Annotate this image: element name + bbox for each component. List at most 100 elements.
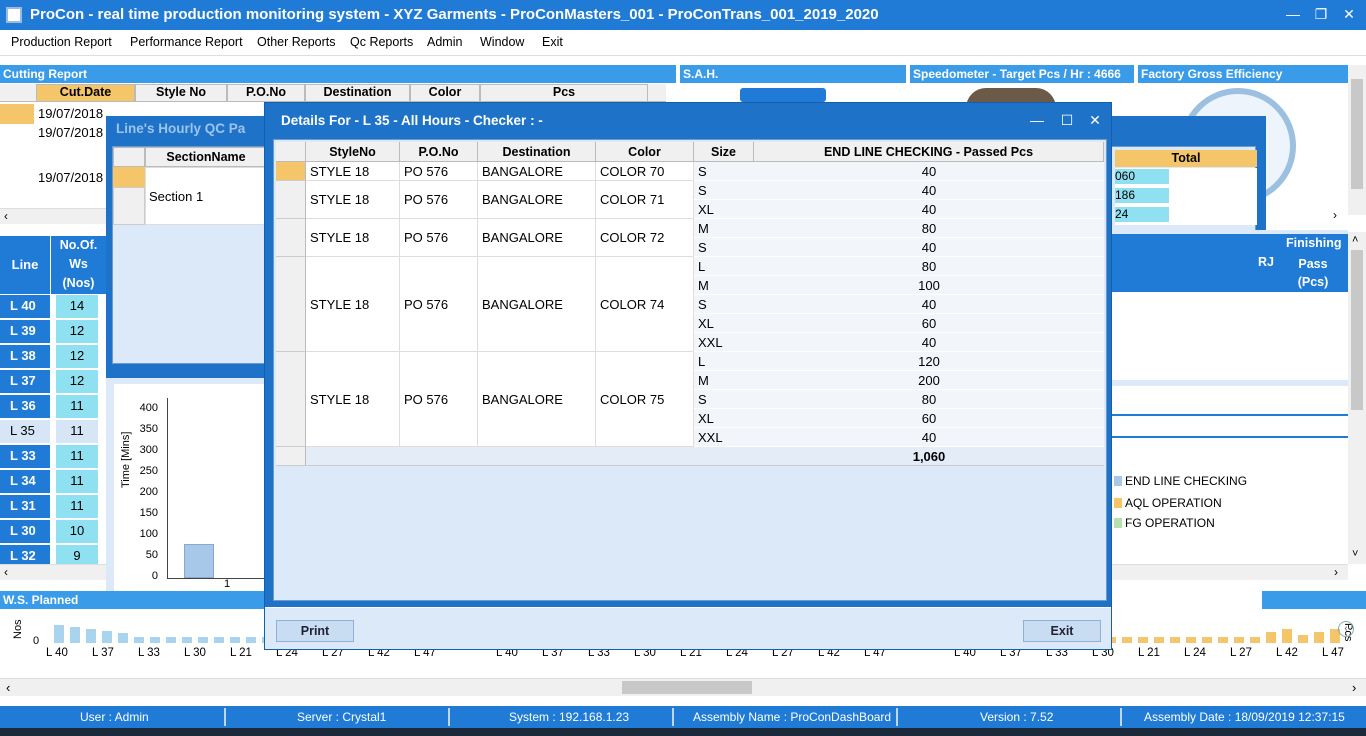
total-cell: 186 bbox=[1115, 188, 1169, 203]
rj-header[interactable]: RJ bbox=[1258, 255, 1274, 269]
cut-date-header[interactable]: Cut.Date bbox=[36, 84, 135, 102]
styleno-header[interactable]: StyleNo bbox=[306, 142, 400, 162]
menu-qc-reports[interactable]: Qc Reports bbox=[350, 35, 413, 49]
main-horizontal-scrollbar[interactable]: ‹ › bbox=[0, 678, 1366, 696]
row-header[interactable] bbox=[276, 257, 306, 352]
line-cell: L 33 bbox=[0, 445, 50, 468]
scroll-left-circle-icon[interactable]: ‹ bbox=[1338, 621, 1354, 637]
cut-date-cell: 19/07/2018 bbox=[38, 106, 104, 121]
legend-end-line-checking: END LINE CHECKING bbox=[1125, 474, 1248, 488]
destination-header[interactable]: Destination bbox=[305, 84, 410, 102]
color-header[interactable]: Color bbox=[596, 142, 694, 162]
line-row[interactable]: L 31 11 bbox=[0, 494, 106, 519]
exit-button[interactable]: Exit bbox=[1023, 620, 1101, 642]
ws-planned-xtick: L 21 bbox=[230, 647, 252, 659]
time-ytick: 350 bbox=[139, 423, 158, 435]
passed-pcs-cell: 40 bbox=[754, 428, 1104, 447]
size-cell: M bbox=[694, 371, 754, 390]
right-scrollbar[interactable]: ˄ ˅ bbox=[1348, 232, 1366, 564]
grid-corner[interactable] bbox=[276, 142, 306, 162]
line-row[interactable]: L 37 12 bbox=[0, 369, 106, 394]
line-row[interactable]: L 40 14 bbox=[0, 294, 106, 319]
menu-production-report[interactable]: Production Report bbox=[11, 35, 112, 49]
line-row[interactable]: L 36 11 bbox=[0, 394, 106, 419]
style-no-header[interactable]: Style No bbox=[135, 84, 227, 102]
size-cell: L bbox=[694, 257, 754, 276]
size-cell: S bbox=[694, 295, 754, 314]
passed-pcs-header[interactable]: END LINE CHECKING - Passed Pcs bbox=[754, 142, 1104, 162]
color-cell: COLOR 70 bbox=[596, 162, 694, 181]
color-cell: COLOR 72 bbox=[596, 219, 694, 257]
right-strip-head bbox=[1262, 591, 1366, 609]
section-name-header[interactable]: SectionName bbox=[145, 147, 267, 167]
scroll-right-icon[interactable]: › bbox=[1333, 208, 1337, 222]
ws-planned-bar bbox=[1266, 632, 1276, 643]
pono-header[interactable]: P.O.No bbox=[400, 142, 478, 162]
menu-window[interactable]: Window bbox=[480, 35, 524, 49]
menu-admin[interactable]: Admin bbox=[427, 35, 462, 49]
ws-cell: 11 bbox=[56, 445, 98, 468]
restore-icon[interactable]: ❐ bbox=[1308, 4, 1334, 24]
status-bar: User : Admin Server : Crystal1 System : … bbox=[0, 706, 1366, 728]
dialog-title: Details For - L 35 - All Hours - Checker… bbox=[281, 113, 543, 128]
po-no-header[interactable]: P.O.No bbox=[227, 84, 305, 102]
ws-planned-bar bbox=[150, 637, 160, 643]
total-row-header[interactable] bbox=[276, 447, 306, 466]
cutting-scrollbar[interactable]: ‹ bbox=[0, 208, 112, 224]
minimize-icon[interactable]: — bbox=[1280, 4, 1306, 24]
row-header[interactable] bbox=[276, 219, 306, 257]
line-row[interactable]: L 30 10 bbox=[0, 519, 106, 544]
ws-cell: 14 bbox=[56, 295, 98, 318]
destination-header[interactable]: Destination bbox=[478, 142, 596, 162]
passed-pcs-cell: 100 bbox=[754, 276, 1104, 295]
ws-planned-bar bbox=[230, 637, 240, 643]
passed-pcs-cell: 60 bbox=[754, 314, 1104, 333]
print-button[interactable]: Print bbox=[276, 620, 354, 642]
total-header[interactable]: Total bbox=[1115, 150, 1257, 167]
row-selector[interactable] bbox=[0, 104, 34, 124]
menu-exit[interactable]: Exit bbox=[542, 35, 563, 49]
cut-date-cell: 19/07/2018 bbox=[38, 170, 104, 185]
menu-performance-report[interactable]: Performance Report bbox=[130, 35, 243, 49]
ws-cell: 12 bbox=[56, 320, 98, 343]
finishing-header[interactable]: Finishing bbox=[1286, 236, 1342, 250]
ws-planned-bar bbox=[102, 631, 112, 643]
row-header[interactable] bbox=[276, 162, 306, 181]
ws-planned-xtick: L 40 bbox=[46, 647, 68, 659]
sah-title: S.A.H. bbox=[680, 65, 906, 83]
scroll-left-icon[interactable]: ‹ bbox=[6, 680, 10, 695]
status-server: Server : Crystal1 bbox=[297, 710, 387, 724]
close-icon[interactable]: ✕ bbox=[1336, 4, 1362, 24]
pcs-header[interactable]: Pcs bbox=[480, 84, 648, 102]
qc-row-selector[interactable] bbox=[113, 167, 145, 187]
time-chart-ylabel: Time [Mins] bbox=[120, 431, 132, 488]
line-row[interactable]: L 38 12 bbox=[0, 344, 106, 369]
passed-pcs-cell: 40 bbox=[754, 181, 1104, 200]
line-row[interactable]: L 35 11 bbox=[0, 419, 106, 444]
line-row[interactable]: L 39 12 bbox=[0, 319, 106, 344]
line-row[interactable]: L 34 11 bbox=[0, 469, 106, 494]
ws-header[interactable]: No.Of. Ws (Nos) bbox=[51, 236, 106, 294]
dialog-minimize-icon[interactable]: — bbox=[1027, 111, 1047, 129]
app-icon bbox=[6, 7, 22, 23]
scroll-thumb[interactable] bbox=[622, 681, 752, 694]
ws-planned-title: W.S. Planned bbox=[0, 591, 266, 609]
line-cell: L 34 bbox=[0, 470, 50, 493]
row-header[interactable] bbox=[276, 352, 306, 447]
scroll-right-icon[interactable]: › bbox=[1352, 680, 1356, 695]
line-header[interactable]: Line bbox=[0, 236, 50, 294]
line-row[interactable]: L 33 11 bbox=[0, 444, 106, 469]
top-right-scrollbar[interactable] bbox=[1348, 65, 1366, 215]
dialog-maximize-icon[interactable]: ☐ bbox=[1057, 111, 1077, 129]
ws-cell: 12 bbox=[56, 345, 98, 368]
dialog-close-icon[interactable]: ✕ bbox=[1085, 111, 1105, 129]
size-header[interactable]: Size bbox=[694, 142, 754, 162]
row-header[interactable] bbox=[276, 181, 306, 219]
ws-planned-y-zero: 0 bbox=[33, 635, 40, 647]
color-header[interactable]: Color bbox=[410, 84, 480, 102]
passed-pcs-cell: 40 bbox=[754, 162, 1104, 181]
right-bottom-scrollbar[interactable]: › bbox=[1112, 564, 1348, 580]
line-scrollbar[interactable]: ‹ bbox=[0, 564, 106, 580]
menu-other-reports[interactable]: Other Reports bbox=[257, 35, 336, 49]
finishing-pass-header[interactable]: Pass (Pcs) bbox=[1288, 255, 1338, 291]
